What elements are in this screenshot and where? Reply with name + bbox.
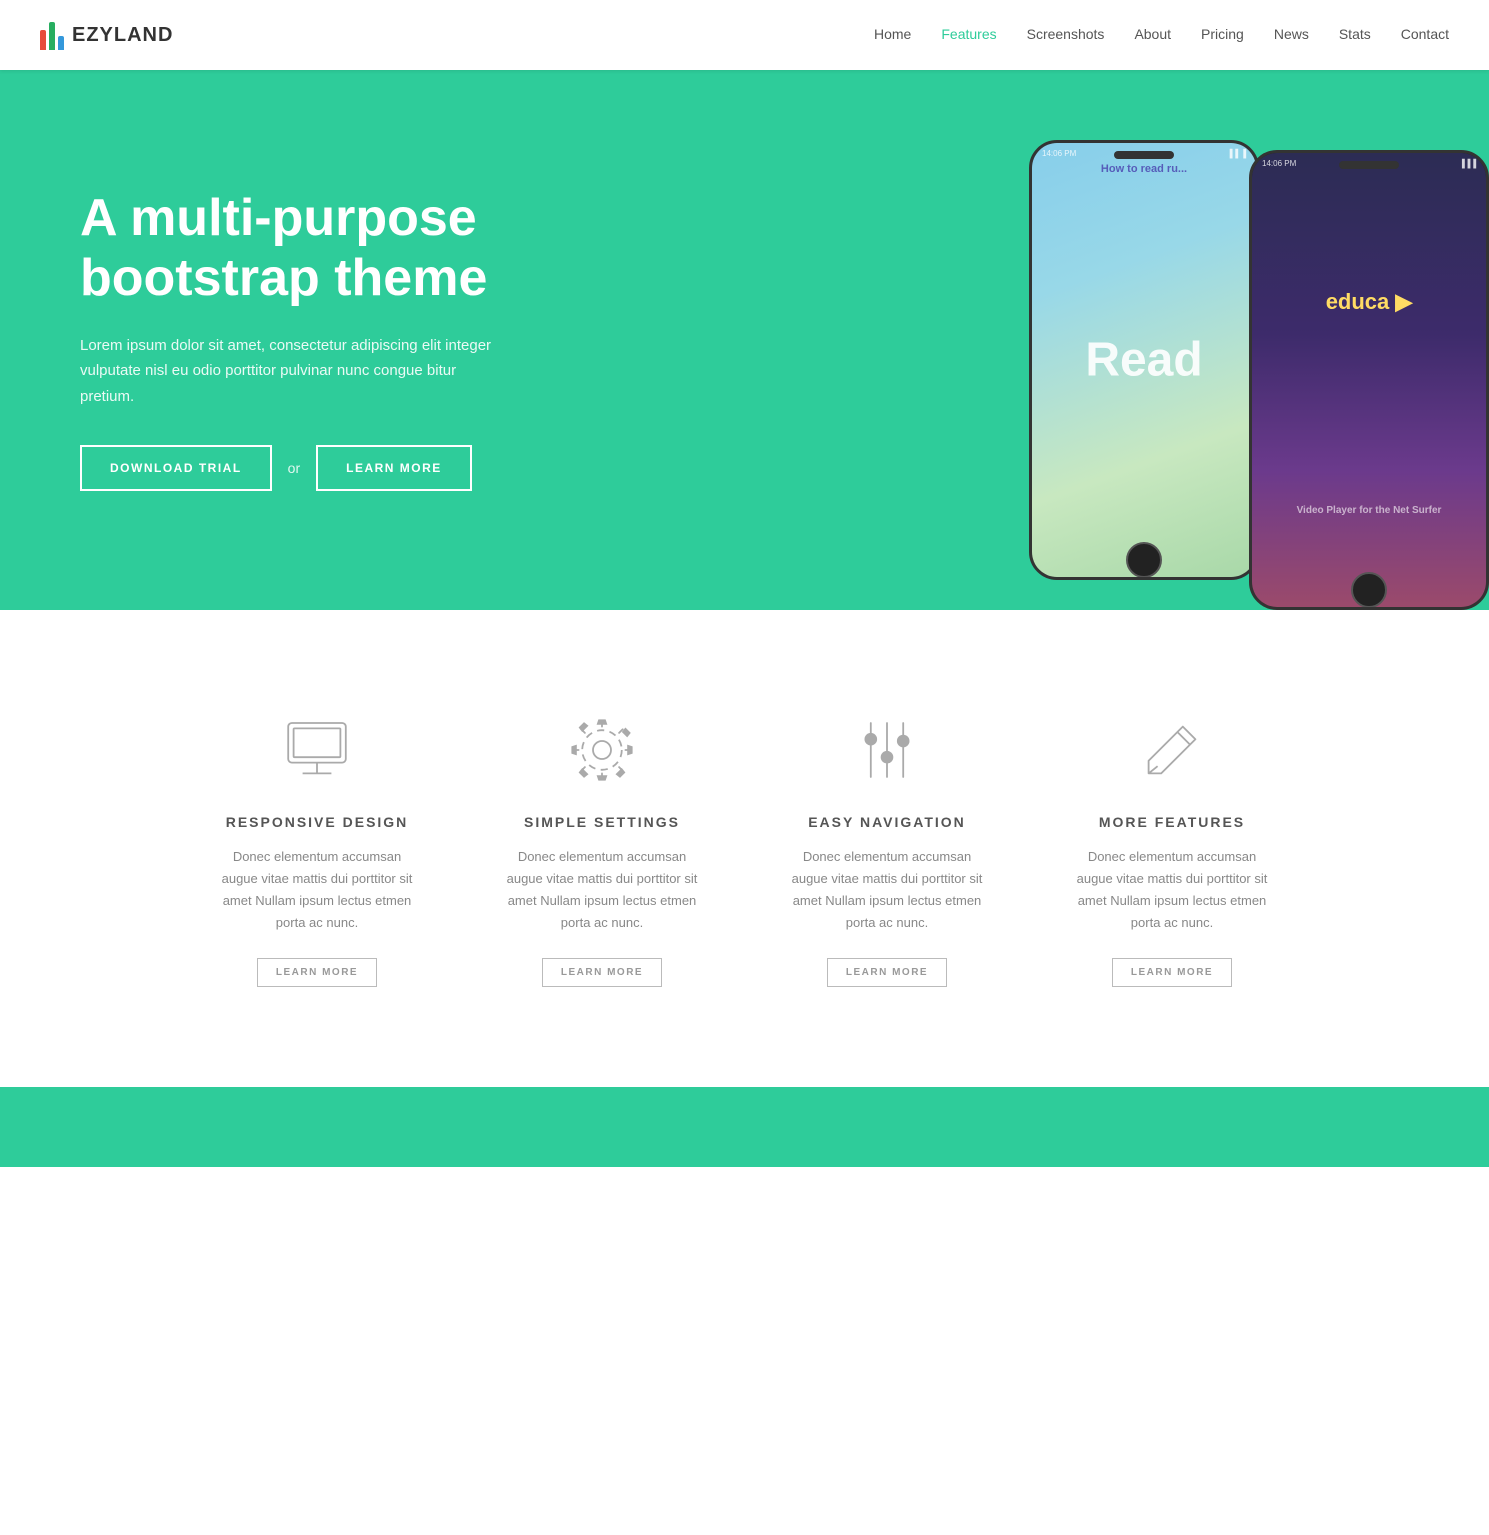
hero-or-text: or bbox=[288, 460, 300, 476]
learn-more-settings[interactable]: LEARN MORE bbox=[542, 958, 662, 987]
learn-more-button[interactable]: LEARN MORE bbox=[316, 445, 472, 491]
phone-home-button-front bbox=[1351, 572, 1387, 608]
download-trial-button[interactable]: DOWNLOAD TRIAL bbox=[80, 445, 272, 491]
phone-screen-back: How to read ru... bbox=[1032, 143, 1256, 577]
hero-description: Lorem ipsum dolor sit amet, consectetur … bbox=[80, 333, 510, 410]
nav-item-pricing[interactable]: Pricing bbox=[1201, 26, 1244, 44]
nav-link-about[interactable]: About bbox=[1134, 26, 1171, 42]
logo[interactable]: EZYLAND bbox=[40, 20, 173, 50]
feature-desc-responsive: Donec elementum accumsan augue vitae mat… bbox=[215, 846, 420, 934]
hero-content: A multi-purpose bootstrap theme Lorem ip… bbox=[80, 189, 580, 491]
features-section: RESPONSIVE DESIGN Donec elementum accums… bbox=[0, 610, 1489, 1087]
learn-more-navigation[interactable]: LEARN MORE bbox=[827, 958, 947, 987]
feature-desc-more: Donec elementum accumsan augue vitae mat… bbox=[1070, 846, 1275, 934]
hero-title: A multi-purpose bootstrap theme bbox=[80, 189, 580, 309]
phone-status-front: 14:06 PM ▐▐▐ bbox=[1262, 159, 1476, 168]
logo-icon bbox=[40, 20, 64, 50]
pencil-icon bbox=[1132, 710, 1212, 790]
nav-link-features[interactable]: Features bbox=[941, 26, 996, 42]
feature-title-navigation: EASY NAVIGATION bbox=[785, 814, 990, 830]
feature-card-settings: SIMPLE SETTINGS Donec elementum accumsan… bbox=[480, 690, 725, 1007]
logo-bar-1 bbox=[40, 30, 46, 50]
monitor-icon bbox=[277, 710, 357, 790]
feature-title-more: MORE FEATURES bbox=[1070, 814, 1275, 830]
logo-bar-2 bbox=[49, 22, 55, 50]
feature-desc-settings: Donec elementum accumsan augue vitae mat… bbox=[500, 846, 705, 934]
nav-item-screenshots[interactable]: Screenshots bbox=[1027, 26, 1105, 44]
nav-item-home[interactable]: Home bbox=[874, 26, 911, 44]
nav-link-stats[interactable]: Stats bbox=[1339, 26, 1371, 42]
sliders-icon bbox=[847, 710, 927, 790]
feature-card-more: MORE FEATURES Donec elementum accumsan a… bbox=[1050, 690, 1295, 1007]
navbar: EZYLAND Home Features Screenshots About … bbox=[0, 0, 1489, 70]
phone-wrapper: 14:06 PM ▐▐ ▐ How to read ru... 14:06 PM… bbox=[1029, 140, 1489, 610]
nav-link-news[interactable]: News bbox=[1274, 26, 1309, 42]
nav-link-screenshots[interactable]: Screenshots bbox=[1027, 26, 1105, 42]
learn-more-more[interactable]: LEARN MORE bbox=[1112, 958, 1232, 987]
feature-card-navigation: EASY NAVIGATION Donec elementum accumsan… bbox=[765, 690, 1010, 1007]
nav-item-stats[interactable]: Stats bbox=[1339, 26, 1371, 44]
footer-strip bbox=[0, 1087, 1489, 1167]
nav-item-features[interactable]: Features bbox=[941, 26, 996, 44]
hero-section: A multi-purpose bootstrap theme Lorem ip… bbox=[0, 70, 1489, 610]
logo-text: EZYLAND bbox=[72, 24, 173, 47]
nav-links: Home Features Screenshots About Pricing … bbox=[874, 26, 1449, 44]
feature-title-responsive: RESPONSIVE DESIGN bbox=[215, 814, 420, 830]
feature-card-responsive: RESPONSIVE DESIGN Donec elementum accums… bbox=[195, 690, 440, 1007]
gear-icon bbox=[562, 710, 642, 790]
logo-bar-3 bbox=[58, 36, 64, 50]
feature-desc-navigation: Donec elementum accumsan augue vitae mat… bbox=[785, 846, 990, 934]
hero-buttons: DOWNLOAD TRIAL or LEARN MORE bbox=[80, 445, 580, 491]
screen-back-subtitle: How to read ru... bbox=[1032, 163, 1256, 175]
phone-screen-front: Video Player for the Net Surfer bbox=[1252, 153, 1486, 607]
learn-more-responsive[interactable]: LEARN MORE bbox=[257, 958, 377, 987]
nav-item-about[interactable]: About bbox=[1134, 26, 1171, 44]
screen-front-subtitle: Video Player for the Net Surfer bbox=[1252, 505, 1486, 516]
phone-front: 14:06 PM ▐▐▐ Video Player for the Net Su… bbox=[1249, 150, 1489, 610]
hero-phones: 14:06 PM ▐▐ ▐ How to read ru... 14:06 PM… bbox=[1029, 70, 1489, 610]
features-grid: RESPONSIVE DESIGN Donec elementum accums… bbox=[195, 690, 1295, 1007]
nav-link-pricing[interactable]: Pricing bbox=[1201, 26, 1244, 42]
feature-title-settings: SIMPLE SETTINGS bbox=[500, 814, 705, 830]
nav-item-contact[interactable]: Contact bbox=[1401, 26, 1449, 44]
nav-link-home[interactable]: Home bbox=[874, 26, 911, 42]
phone-home-button-back bbox=[1126, 542, 1162, 578]
nav-link-contact[interactable]: Contact bbox=[1401, 26, 1449, 42]
phone-back: 14:06 PM ▐▐ ▐ How to read ru... bbox=[1029, 140, 1259, 580]
nav-item-news[interactable]: News bbox=[1274, 26, 1309, 44]
phone-status-back: 14:06 PM ▐▐ ▐ bbox=[1042, 149, 1246, 158]
